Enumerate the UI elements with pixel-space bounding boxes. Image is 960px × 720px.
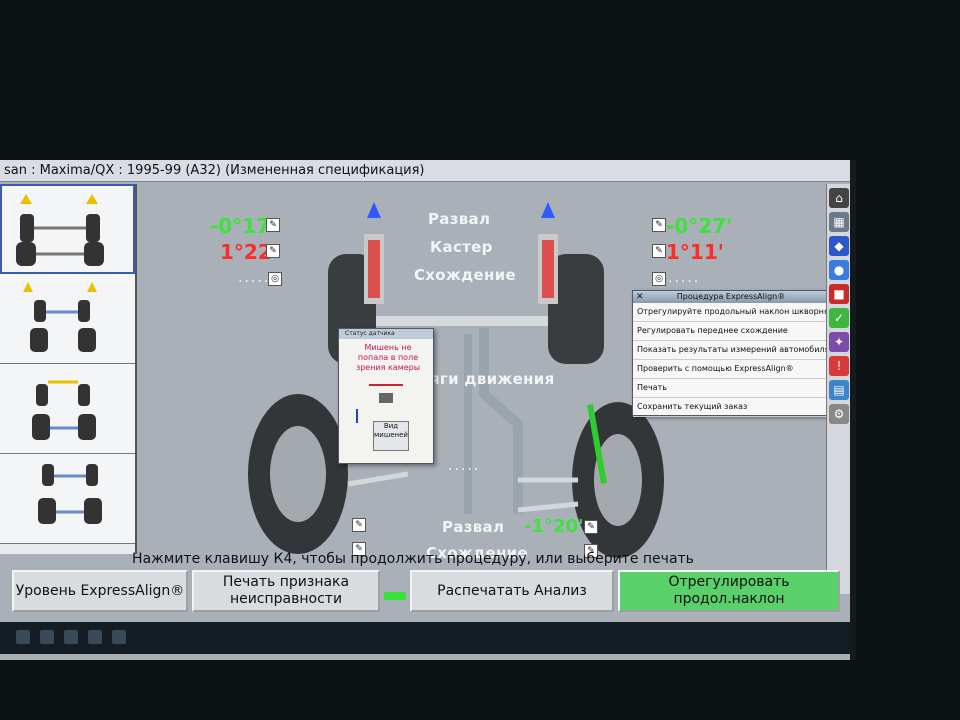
sensor-status-title: Статус датчика — [339, 329, 433, 339]
chassis-thumb-icon — [16, 194, 104, 266]
edit-pencil-icon[interactable]: ✎ — [584, 520, 598, 534]
fr-caster-value: 1°11' — [666, 240, 724, 264]
status-indicator — [384, 592, 406, 600]
instruction-hint: Нажмите клавишу К4, чтобы продолжить про… — [132, 551, 694, 567]
fr-camber-value: -0°27' — [666, 214, 733, 238]
wheel-icon[interactable]: ● — [829, 260, 849, 280]
alert-icon[interactable]: ! — [829, 356, 849, 376]
window-title: san : Maxima/QX : 1995-99 (A32) (Изменен… — [0, 160, 850, 182]
adjust-caster-button[interactable]: Отрегулировать продол.наклон — [618, 570, 840, 612]
fr-toe-dots: ..... — [668, 270, 701, 286]
taskbar-app-icon[interactable] — [88, 630, 102, 644]
stop-icon[interactable]: ■ — [829, 284, 849, 304]
print-icon[interactable]: ▤ — [829, 380, 849, 400]
step-thumb-camber[interactable] — [0, 184, 135, 274]
target-icon[interactable]: ◎ — [268, 272, 282, 286]
step-thumb-rear[interactable] — [0, 454, 135, 544]
caster-label: Кастер — [430, 238, 493, 256]
start-icon[interactable] — [16, 630, 30, 644]
expressalign-menu: ✕ Процедура ExpressAlign® Отрегулируйте … — [632, 290, 830, 417]
menu-item-save-order[interactable]: Сохранить текущий заказ — [633, 398, 829, 417]
edit-pencil-icon[interactable]: ✎ — [652, 244, 666, 258]
view-targets-button[interactable]: Вид мишеней — [373, 421, 409, 451]
taskbar-app-icon[interactable] — [64, 630, 78, 644]
edit-pencil-icon[interactable]: ✎ — [352, 518, 366, 532]
print-fault-button[interactable]: Печать признака неисправности — [192, 570, 380, 612]
taskbar-app-icon[interactable] — [112, 630, 126, 644]
edit-pencil-icon[interactable]: ✎ — [266, 218, 280, 232]
step-thumb-caster[interactable] — [0, 274, 135, 364]
grid-icon[interactable]: ▦ — [829, 212, 849, 232]
chassis-thumb-icon — [32, 380, 96, 440]
os-taskbar — [0, 622, 850, 654]
expressalign-level-button[interactable]: Уровень ExpressAlign® — [12, 570, 188, 612]
menu-item-adjust-caster[interactable]: Отрегулируйте продольный наклон шкворня — [633, 303, 829, 322]
chassis-thumb-icon — [23, 282, 97, 352]
menu-item-adjust-front-toe[interactable]: Регулировать переднее схождение — [633, 322, 829, 341]
edit-pencil-icon[interactable]: ✎ — [266, 244, 280, 258]
app-window: san : Maxima/QX : 1995-99 (A32) (Изменен… — [0, 160, 856, 660]
menu-item-print[interactable]: Печать — [633, 379, 829, 398]
menu-item-show-results[interactable]: Показать результаты измерений автомобиля — [633, 341, 829, 360]
car-icon[interactable]: ◆ — [829, 236, 849, 256]
taskbar-app-icon[interactable] — [40, 630, 54, 644]
camber-label: Развал — [428, 210, 491, 228]
check-icon[interactable]: ✓ — [829, 308, 849, 328]
expressalign-menu-title: ✕ Процедура ExpressAlign® — [633, 291, 829, 303]
chassis-thumb-icon — [38, 464, 102, 524]
edit-pencil-icon[interactable]: ✎ — [652, 218, 666, 232]
fl-toe-dots: ..... — [238, 270, 271, 286]
right-toolbar: ⌂ ▦ ◆ ● ■ ✓ ✦ ! ▤ ⚙ — [826, 184, 850, 594]
step-sidebar — [0, 184, 137, 554]
step-thumb-toe[interactable] — [0, 364, 135, 454]
sensor-status-window: Статус датчика Мишень не попала в поле з… — [338, 328, 434, 464]
rr-camber-value: -1°20' — [524, 516, 584, 537]
print-analysis-button[interactable]: Распечатать Анализ — [410, 570, 614, 612]
home-icon[interactable]: ⌂ — [829, 188, 849, 208]
thrust-label: яги движения — [430, 370, 555, 388]
settings-icon[interactable]: ⚙ — [829, 404, 849, 424]
close-icon[interactable]: ✕ — [636, 291, 644, 303]
rear-camber-label: Развал — [442, 518, 505, 536]
toe-label: Схождение — [414, 266, 516, 284]
thrust-dots: ..... — [448, 458, 481, 474]
target-icon[interactable]: ◎ — [652, 272, 666, 286]
expressalign-menu-title-text: Процедура ExpressAlign® — [676, 292, 786, 301]
menu-item-verify-expressalign[interactable]: Проверить с помощью ExpressAlign® — [633, 360, 829, 379]
tool-icon[interactable]: ✦ — [829, 332, 849, 352]
